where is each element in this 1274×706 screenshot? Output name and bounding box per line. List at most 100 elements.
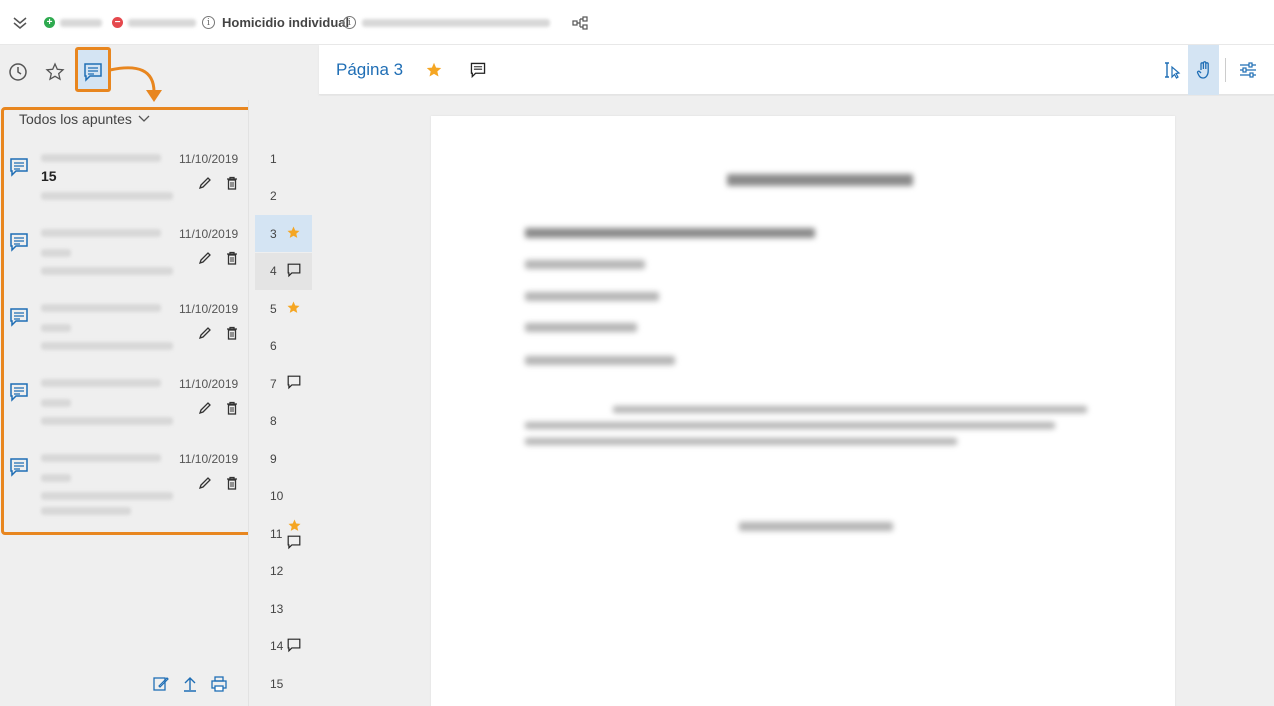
history-icon[interactable] [4,58,32,86]
redacted-heading [727,174,913,186]
collapse-chevrons-icon[interactable] [12,0,28,45]
page-list-item[interactable]: 2 [255,178,312,215]
page-number: 7 [270,376,277,391]
info-icon[interactable]: i [202,0,215,45]
page-number: 15 [270,676,284,691]
page-comment-icon[interactable] [467,45,489,95]
page-number: 4 [270,264,277,278]
note-comment-icon [8,456,30,483]
note-item[interactable]: 11/10/2019 [8,302,244,370]
redacted-author [41,154,161,162]
redacted-line [613,406,1087,413]
page-list-item[interactable]: 14 [255,628,312,665]
page-number: 12 [270,564,284,578]
document-page[interactable] [431,116,1175,706]
note-comment-icon [8,306,30,333]
toolbar-divider [1225,58,1226,82]
page-number: 2 [270,189,277,203]
filter-label: Todos los apuntes [19,111,132,127]
viewer-header: Página 3 [319,45,1274,95]
redacted-label [128,0,196,45]
page-list-item[interactable]: 9 [255,440,312,477]
document-viewer[interactable] [319,96,1274,706]
edit-pencil-icon[interactable] [198,251,212,270]
add-circle-icon[interactable]: + [44,0,55,45]
note-title: 15 [41,168,57,184]
redacted-author [41,304,161,312]
note-item[interactable]: 11/10/2019 [8,227,244,295]
note-comment-icon [8,231,30,258]
redacted-title [41,249,71,257]
page-title: Página 3 [336,60,404,79]
page-list-item[interactable]: 15 [255,665,312,702]
delete-trash-icon[interactable] [226,251,238,270]
page-number: 11 [270,526,283,541]
edit-pencil-icon[interactable] [198,176,212,195]
page-list-item[interactable]: 3 [255,215,312,252]
delete-trash-icon[interactable] [226,401,238,420]
page-list: 1 2 3 4 5 6 7 8 9 10 11 12 13 14 15 [248,100,319,706]
redacted-line [525,356,675,365]
top-bar: + − i Homicidio individual i [0,0,1274,45]
text-select-icon[interactable] [1157,45,1187,95]
edit-note-icon[interactable] [152,675,170,698]
redacted-author [41,454,161,462]
settings-sliders-icon[interactable] [1233,45,1263,95]
page-number: 3 [270,226,277,241]
delete-trash-icon[interactable] [226,176,238,195]
page-number: 10 [270,489,284,503]
page-number: 6 [270,339,277,353]
redacted-text [41,492,173,500]
page-number: 8 [270,414,277,428]
redacted-line [739,522,893,531]
redacted-line [525,323,637,332]
upload-icon[interactable] [181,675,199,698]
edit-pencil-icon[interactable] [198,401,212,420]
notes-toolbar [152,675,228,698]
page-list-item[interactable]: 13 [255,590,312,627]
print-icon[interactable] [210,675,228,698]
page-number: 9 [270,451,277,466]
note-item[interactable]: 11/10/2019 [8,377,244,445]
redacted-title [41,399,71,407]
comment-icon [286,534,302,553]
note-date: 11/10/2019 [179,302,239,316]
page-list-item[interactable]: 7 [255,365,312,402]
redacted-line [525,422,1055,429]
case-title: Homicidio individual [222,15,350,30]
page-list-item[interactable]: 8 [255,403,312,440]
favorites-star-icon[interactable] [41,58,69,86]
page-list-item[interactable]: 12 [255,553,312,590]
page-list-item[interactable]: 1 [255,140,312,177]
tree-icon[interactable] [572,0,588,45]
page-number: 14 [270,639,284,653]
redacted-text [41,342,173,350]
page-list-item[interactable]: 10 [255,478,312,515]
star-icon [286,300,301,318]
edit-pencil-icon[interactable] [198,326,212,345]
comment-icon [286,637,302,656]
edit-pencil-icon[interactable] [198,476,212,495]
delete-trash-icon[interactable] [226,476,238,495]
page-list-item[interactable]: 6 [255,328,312,365]
info-icon[interactable]: i [343,0,356,45]
page-number: 5 [270,301,277,316]
page-list-item[interactable]: 5 [255,290,312,327]
star-icon [286,225,301,243]
redacted-line [525,438,957,445]
redacted-text [41,267,173,275]
note-comment-icon [8,156,30,183]
redacted-author [41,379,161,387]
note-date: 11/10/2019 [179,452,239,466]
notes-filter-dropdown[interactable]: Todos los apuntes [19,111,150,127]
delete-trash-icon[interactable] [226,326,238,345]
notes-comment-icon[interactable] [79,58,107,86]
page-list-item[interactable]: 4 [255,252,312,290]
page-list-item[interactable]: 11 [255,515,312,552]
note-item[interactable]: 11/10/2019 15 [8,152,244,220]
note-item[interactable]: 11/10/2019 [8,452,244,520]
page-star-icon[interactable] [423,45,445,95]
remove-circle-icon[interactable]: − [112,0,123,45]
redacted-line [525,292,659,301]
hand-pan-icon[interactable] [1188,45,1219,95]
